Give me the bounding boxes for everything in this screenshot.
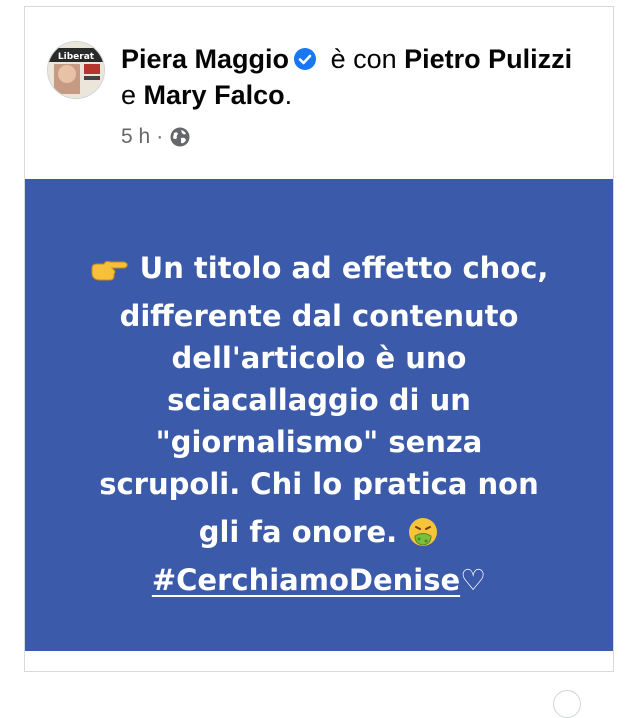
author-line: Piera Maggio è con Pietro Pulizzi e Mary… xyxy=(121,41,591,113)
verified-badge-icon xyxy=(293,44,317,70)
banner-line-1: Un titolo ad effetto choc, xyxy=(65,247,573,295)
and-text: e xyxy=(121,80,137,110)
banner-line-7: gli fa onore. xyxy=(65,511,573,559)
banner-line-4: sciacallaggio di un xyxy=(167,383,471,417)
banner-line-8: #CerchiamoDenise♡ xyxy=(65,559,573,601)
post-header: Liberat Piera Maggio è con Pietro Pulizz… xyxy=(25,7,613,179)
globe-icon[interactable] xyxy=(169,126,191,148)
banner-line-2: differente dal contenuto xyxy=(119,299,519,333)
post-time[interactable]: 5 h xyxy=(121,125,150,149)
avatar-label: Liberat xyxy=(58,52,95,62)
tagged-person-2[interactable]: Mary Falco xyxy=(144,80,285,110)
banner-text: Un titolo ad effetto choc, differente da… xyxy=(65,247,573,601)
banner-line-3: dell'articolo è uno xyxy=(171,341,467,375)
banner-line-6: scrupoli. Chi lo pratica non xyxy=(99,467,539,501)
post-meta: 5 h · xyxy=(121,125,191,149)
banner-text-line-1: Un titolo ad effetto choc, xyxy=(139,251,549,285)
banner-line-5: "giornalismo" senza xyxy=(155,425,483,459)
post-image-banner[interactable]: Un titolo ad effetto choc, differente da… xyxy=(25,179,613,651)
meta-separator: · xyxy=(156,125,164,148)
pointing-hand-icon xyxy=(90,253,130,295)
tagged-person-1[interactable]: Pietro Pulizzi xyxy=(404,44,572,74)
avatar[interactable]: Liberat xyxy=(47,41,105,99)
partial-button[interactable] xyxy=(553,690,581,718)
nauseated-face-icon xyxy=(407,516,439,559)
avatar-image: Liberat xyxy=(48,42,104,98)
heart-icon: ♡ xyxy=(460,563,487,597)
period-text: . xyxy=(284,80,293,110)
post-card: Liberat Piera Maggio è con Pietro Pulizz… xyxy=(24,6,614,672)
banner-text-line-7: gli fa onore. xyxy=(198,515,398,549)
with-text: è con xyxy=(330,44,397,74)
author-name[interactable]: Piera Maggio xyxy=(121,44,289,74)
hashtag-link[interactable]: #CerchiamoDenise xyxy=(152,563,460,597)
